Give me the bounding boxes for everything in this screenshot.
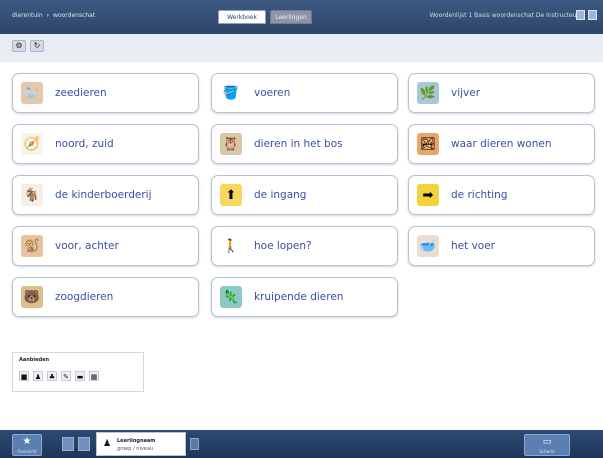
topic-card[interactable]: 🐻 zoogdieren	[12, 277, 199, 317]
topic-card-label: zoogdieren	[55, 291, 114, 303]
stop-icon[interactable]: ■	[19, 371, 29, 381]
breadcrumb-separator: ›	[46, 12, 50, 19]
topic-card-label: kruipende dieren	[254, 291, 344, 303]
compass-icon: 🧭	[21, 133, 43, 155]
pencil-icon[interactable]: ✎	[61, 371, 71, 381]
user-toggle-button[interactable]	[190, 438, 199, 450]
breadcrumb: dierentuin › woordenschat	[12, 12, 95, 19]
topic-card[interactable]: ⬆ de ingang	[211, 175, 398, 215]
animal-food-icon: 🥣	[417, 235, 439, 257]
overview-button[interactable]: ★ Overzicht	[12, 434, 42, 456]
topic-card-label: het voer	[451, 240, 495, 252]
user-name: Leerlingnaam	[117, 438, 156, 444]
lesson-title: Woordenlijst 1 Basis woordenschat De Ins…	[429, 12, 579, 19]
seal-picture-icon: 🦭	[21, 82, 43, 104]
topic-card[interactable]: 🦉 dieren in het bos	[211, 124, 398, 164]
pond-icon: 🌿	[417, 82, 439, 104]
topic-card-label: de kinderboerderij	[55, 189, 152, 201]
entrance-icon: ⬆	[220, 184, 242, 206]
forest-animal-icon: 🦉	[220, 133, 242, 155]
previous-button[interactable]	[62, 437, 74, 451]
sub-toolbar	[0, 34, 603, 62]
topic-card-label: dieren in het bos	[254, 138, 343, 150]
topic-card-label: vijver	[451, 87, 481, 99]
topic-card[interactable]: ➡ de richting	[408, 175, 595, 215]
topic-card[interactable]: 🥣 het voer	[408, 226, 595, 266]
topic-card-label: voor, achter	[55, 240, 119, 252]
topic-card[interactable]: 🐒 voor, achter	[12, 226, 199, 266]
topic-card[interactable]: 🏞 waar dieren wonen	[408, 124, 595, 164]
next-button[interactable]	[78, 437, 90, 451]
topic-card[interactable]: 🌿 vijver	[408, 73, 595, 113]
topic-card-label: hoe lopen?	[254, 240, 312, 252]
tab-leerlingen[interactable]: Leerlingen	[270, 10, 312, 24]
panel-icon-row: ■ ♟ ♣ ✎ ▬ ▦	[19, 371, 99, 381]
panel-title: Aanbieden	[19, 357, 50, 363]
direction-sign-icon: ➡	[417, 184, 439, 206]
mammal-icon: 🐻	[21, 286, 43, 308]
window-button-icon[interactable]	[576, 10, 585, 20]
feeding-bucket-icon: 🪣	[220, 82, 242, 104]
breadcrumb-item-dierentuin[interactable]: dierentuin	[12, 12, 43, 19]
topic-card[interactable]: 🚶 hoe lopen?	[211, 226, 398, 266]
bottom-bar	[0, 430, 603, 458]
screen-button[interactable]: ▭ Scherm	[524, 434, 570, 456]
reptile-icon: 🦎	[220, 286, 242, 308]
person-icon[interactable]: ♟	[33, 371, 43, 381]
habitat-icon: 🏞	[417, 133, 439, 155]
gear-icon[interactable]: ⚙	[12, 40, 26, 52]
topic-card-label: voeren	[254, 87, 291, 99]
tab-werkboek[interactable]: Werkboek	[218, 10, 266, 24]
topic-card[interactable]: 🪣 voeren	[211, 73, 398, 113]
screen-icon: ▭	[542, 437, 552, 447]
topic-card-label: de ingang	[254, 189, 307, 201]
topic-card-label: zeedieren	[55, 87, 107, 99]
overview-label: Overzicht	[17, 449, 37, 454]
topic-card-label: waar dieren wonen	[451, 138, 552, 150]
topic-card-label: noord, zuid	[55, 138, 114, 150]
topic-card[interactable]: 🦭 zeedieren	[12, 73, 199, 113]
topic-card[interactable]: 🧭 noord, zuid	[12, 124, 199, 164]
window-close-icon[interactable]	[588, 10, 597, 20]
aanbieden-panel: Aanbieden ■ ♟ ♣ ✎ ▬ ▦	[12, 352, 144, 392]
grid-icon[interactable]: ▦	[89, 371, 99, 381]
user-box[interactable]: ♟ Leerlingnaam groep / niveau	[96, 432, 186, 456]
group-icon[interactable]: ♣	[47, 371, 57, 381]
screen-icon[interactable]: ▬	[75, 371, 85, 381]
topic-card[interactable]: 🐐 de kinderboerderij	[12, 175, 199, 215]
star-icon: ★	[22, 436, 32, 447]
screen-label: Scherm	[539, 449, 555, 454]
user-role: groep / niveau	[117, 446, 154, 452]
top-bar: dierentuin › woordenschat Werkboek Leerl…	[0, 0, 603, 34]
petting-farm-icon: 🐐	[21, 184, 43, 206]
refresh-icon[interactable]: ↻	[30, 40, 44, 52]
topic-card[interactable]: 🦎 kruipende dieren	[211, 277, 398, 317]
front-back-icon: 🐒	[21, 235, 43, 257]
topic-card-label: de richting	[451, 189, 508, 201]
user-icon: ♟	[103, 439, 112, 449]
breadcrumb-item-woordenschat[interactable]: woordenschat	[53, 12, 95, 19]
walking-icon: 🚶	[220, 235, 242, 257]
